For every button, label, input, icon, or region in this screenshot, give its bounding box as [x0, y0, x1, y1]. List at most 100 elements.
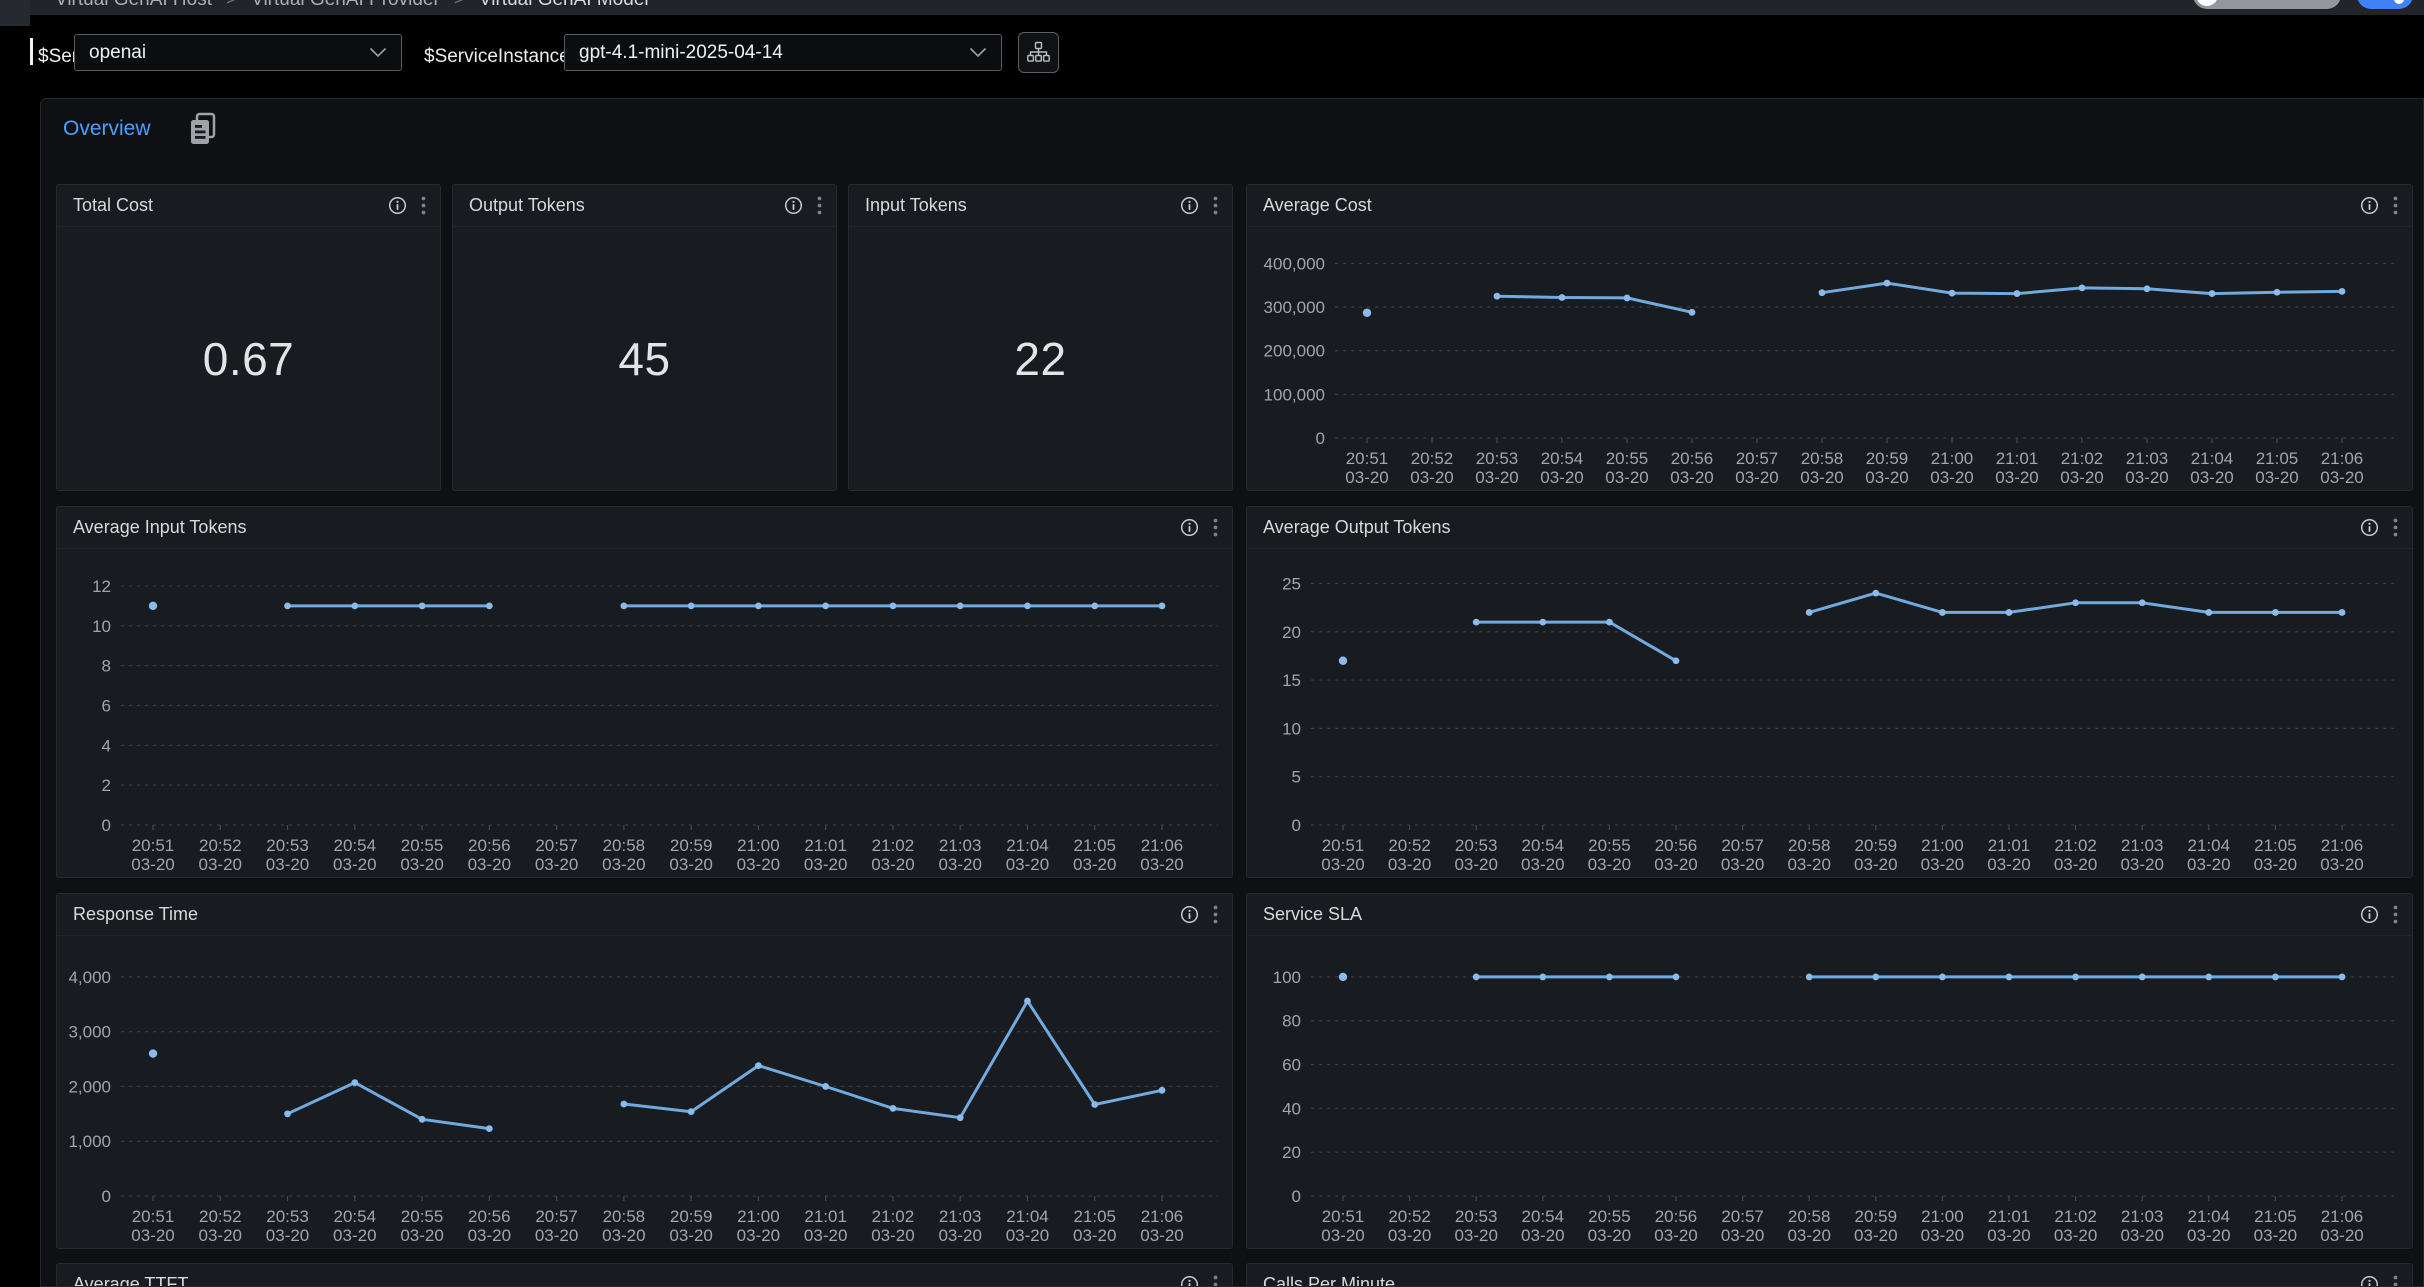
top-nav-bar: Virtual GenAI Host>Virtual GenAI Provide…: [0, 0, 2424, 15]
response-time-chart[interactable]: 01,0002,0003,0004,00020:5103-2020:5203-2…: [57, 937, 1232, 1248]
panel-menu-icon[interactable]: [1213, 518, 1218, 537]
dependency-map-button[interactable]: [1018, 32, 1059, 73]
svg-text:21:02: 21:02: [2054, 1207, 2097, 1226]
panel-menu-icon[interactable]: [817, 196, 822, 215]
service-instance-dropdown[interactable]: gpt-4.1-mini-2025-04-14: [564, 34, 1002, 71]
panel-menu-icon[interactable]: [1213, 1275, 1218, 1287]
service-sla-chart[interactable]: 02040608010020:5103-2020:5203-2020:5303-…: [1247, 937, 2412, 1248]
svg-text:03-20: 03-20: [871, 855, 914, 874]
info-icon[interactable]: [1180, 518, 1199, 537]
panel-menu-icon[interactable]: [2393, 1275, 2398, 1287]
info-icon[interactable]: [2360, 905, 2379, 924]
info-icon[interactable]: [1180, 196, 1199, 215]
average-output-tokens-chart[interactable]: 051015202520:5103-2020:5203-2020:5303-20…: [1247, 550, 2412, 877]
svg-text:03-20: 03-20: [2187, 855, 2230, 874]
svg-text:12: 12: [92, 577, 111, 596]
panel-menu-icon[interactable]: [421, 196, 426, 215]
svg-text:21:04: 21:04: [2188, 836, 2231, 855]
tab-overview[interactable]: Overview: [63, 117, 151, 141]
panel-menu-icon[interactable]: [2393, 196, 2398, 215]
svg-text:20:51: 20:51: [132, 836, 175, 855]
svg-text:100,000: 100,000: [1264, 385, 1325, 404]
svg-text:03-20: 03-20: [1006, 855, 1049, 874]
svg-text:0: 0: [1292, 816, 1301, 835]
average-input-tokens-chart[interactable]: 02468101220:5103-2020:5203-2020:5303-202…: [57, 550, 1232, 877]
instance-variable-label: $ServiceInstance: [424, 15, 570, 98]
svg-text:03-20: 03-20: [1987, 1226, 2030, 1245]
svg-text:21:05: 21:05: [1073, 1207, 1116, 1226]
info-icon[interactable]: [2360, 196, 2379, 215]
svg-text:21:04: 21:04: [1006, 836, 1049, 855]
svg-text:21:04: 21:04: [1006, 1207, 1049, 1226]
svg-text:10: 10: [1282, 719, 1301, 738]
svg-text:03-20: 03-20: [1454, 1226, 1497, 1245]
panel-menu-icon[interactable]: [1213, 905, 1218, 924]
svg-text:03-20: 03-20: [2054, 1226, 2097, 1245]
info-icon[interactable]: [1180, 1275, 1199, 1287]
svg-text:21:03: 21:03: [2121, 836, 2164, 855]
svg-text:03-20: 03-20: [1854, 1226, 1897, 1245]
topbar-toggle-pill[interactable]: [2193, 0, 2341, 9]
svg-text:21:01: 21:01: [1988, 836, 2031, 855]
svg-text:03-20: 03-20: [1388, 855, 1431, 874]
info-icon[interactable]: [784, 196, 803, 215]
panel-total-cost: Total Cost 0.67: [56, 184, 441, 491]
input-tokens-value: 22: [1014, 332, 1066, 386]
breadcrumb-item-host[interactable]: Virtual GenAI Host: [55, 0, 212, 10]
svg-text:03-20: 03-20: [1654, 855, 1697, 874]
svg-text:03-20: 03-20: [1654, 1226, 1697, 1245]
svg-text:21:02: 21:02: [872, 836, 915, 855]
panel-header: Output Tokens: [453, 185, 836, 227]
panel-menu-icon[interactable]: [1213, 196, 1218, 215]
breadcrumb-item-provider[interactable]: Virtual GenAI Provider: [251, 0, 440, 10]
svg-text:21:01: 21:01: [804, 836, 847, 855]
svg-text:60: 60: [1282, 1056, 1301, 1075]
svg-text:03-20: 03-20: [199, 855, 242, 874]
svg-text:25: 25: [1282, 574, 1301, 593]
svg-text:20:56: 20:56: [468, 836, 511, 855]
panel-menu-icon[interactable]: [2393, 905, 2398, 924]
average-cost-chart[interactable]: 0100,000200,000300,000400,00020:5103-202…: [1247, 228, 2412, 490]
svg-text:03-20: 03-20: [2187, 1226, 2230, 1245]
svg-text:20: 20: [1282, 1143, 1301, 1162]
info-icon[interactable]: [2360, 518, 2379, 537]
svg-text:6: 6: [102, 696, 111, 715]
panel-service-sla: Service SLA 02040608010020:5103-2020:520…: [1246, 893, 2413, 1249]
svg-text:03-20: 03-20: [266, 855, 309, 874]
svg-text:0: 0: [1292, 1187, 1301, 1206]
svg-text:03-20: 03-20: [1521, 855, 1564, 874]
service-dropdown[interactable]: openai: [74, 34, 402, 71]
panel-average-cost: Average Cost 0100,000200,000300,000400,0…: [1246, 184, 2413, 491]
svg-text:20:52: 20:52: [199, 836, 242, 855]
svg-text:21:01: 21:01: [1988, 1207, 2031, 1226]
svg-text:21:02: 21:02: [2054, 836, 2097, 855]
svg-text:03-20: 03-20: [2120, 1226, 2163, 1245]
svg-text:20:52: 20:52: [1388, 1207, 1431, 1226]
svg-text:20:58: 20:58: [1801, 449, 1844, 468]
svg-text:03-20: 03-20: [737, 855, 780, 874]
svg-text:20:52: 20:52: [1411, 449, 1454, 468]
svg-text:03-20: 03-20: [938, 1226, 981, 1245]
svg-text:03-20: 03-20: [1921, 855, 1964, 874]
svg-text:20:57: 20:57: [1721, 1207, 1764, 1226]
svg-text:2: 2: [102, 776, 111, 795]
report-copy-icon[interactable]: [187, 112, 219, 148]
svg-text:03-20: 03-20: [804, 1226, 847, 1245]
info-icon[interactable]: [1180, 905, 1199, 924]
svg-text:21:06: 21:06: [2321, 1207, 2364, 1226]
dashboard-variables-toolbar: $Service openai $ServiceInstance gpt-4.1…: [0, 15, 2424, 98]
info-icon[interactable]: [2360, 1275, 2379, 1287]
svg-text:0: 0: [102, 1187, 111, 1206]
panel-title: Input Tokens: [865, 195, 1180, 216]
svg-text:03-20: 03-20: [871, 1226, 914, 1245]
svg-text:21:00: 21:00: [1921, 1207, 1964, 1226]
info-icon[interactable]: [388, 196, 407, 215]
panel-menu-icon[interactable]: [2393, 518, 2398, 537]
topbar-blue-button[interactable]: [2357, 0, 2413, 9]
svg-text:3,000: 3,000: [68, 1023, 111, 1042]
svg-text:03-20: 03-20: [333, 855, 376, 874]
svg-text:03-20: 03-20: [333, 1226, 376, 1245]
svg-text:21:05: 21:05: [2254, 836, 2297, 855]
svg-text:20:57: 20:57: [535, 1207, 578, 1226]
svg-text:21:05: 21:05: [1073, 836, 1116, 855]
